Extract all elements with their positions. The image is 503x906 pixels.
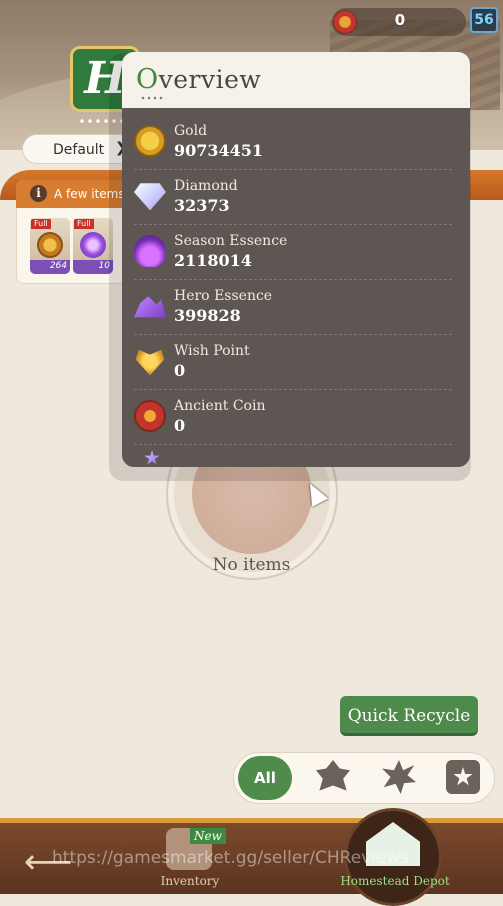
resource-value: 32373 xyxy=(174,196,230,215)
resource-row-partial xyxy=(130,446,452,466)
filter-all-button[interactable]: All xyxy=(238,756,292,800)
resource-name: Wish Point xyxy=(174,343,250,359)
overview-title-rest: verview xyxy=(158,65,262,94)
ancient-coin-icon xyxy=(134,400,166,432)
resource-value: 0 xyxy=(174,416,186,435)
ancient-coin-icon xyxy=(333,10,357,34)
gold-icon xyxy=(134,125,166,157)
resource-value: 90734451 xyxy=(174,141,264,160)
season-essence-icon xyxy=(134,235,166,267)
resource-name: Hero Essence xyxy=(174,288,273,304)
gold-coin-icon xyxy=(37,232,63,258)
new-badge: New xyxy=(190,828,226,844)
resource-name: Diamond xyxy=(174,178,238,194)
info-icon[interactable]: i xyxy=(30,185,47,202)
ancient-coin-count: 0 xyxy=(394,11,406,29)
resource-row-ancient-coin: Ancient Coin 0 xyxy=(130,390,452,445)
resource-value: 0 xyxy=(174,361,186,380)
sort-dropdown-value: Default xyxy=(53,142,105,158)
resource-row-season-essence: Season Essence 2118014 xyxy=(130,225,452,280)
resource-name: Ancient Coin xyxy=(174,398,266,414)
starlight-icon xyxy=(144,450,160,465)
diamond-icon xyxy=(134,183,166,211)
item-count: 264 xyxy=(49,261,67,271)
resource-row-hero-essence: Hero Essence 399828 xyxy=(130,280,452,335)
purple-essence-icon xyxy=(80,232,106,258)
overview-title-initial: O xyxy=(136,64,159,95)
watermark-text: https://gamesmarket.gg/seller/CHReviews xyxy=(52,848,410,868)
wish-point-icon xyxy=(135,349,165,376)
full-badge: Full xyxy=(31,219,51,229)
full-badge: Full xyxy=(74,219,94,229)
notice-item-essence[interactable]: Full 10 xyxy=(73,218,113,274)
resource-value: 399828 xyxy=(174,306,241,325)
overview-title: Overview xyxy=(136,64,261,95)
resource-value: 2118014 xyxy=(174,251,252,270)
nav-inventory-label[interactable]: Inventory xyxy=(150,874,230,888)
level-badge[interactable]: 56 xyxy=(470,7,498,33)
quick-recycle-button[interactable]: Quick Recycle xyxy=(340,696,478,736)
resource-row-gold: Gold 90734451 xyxy=(130,115,452,170)
resource-row-diamond: Diamond 32373 xyxy=(130,170,452,225)
star-frame-filter-icon[interactable] xyxy=(446,760,480,794)
row-divider xyxy=(134,444,452,445)
resource-name: Gold xyxy=(174,123,208,139)
empty-state-text: No items xyxy=(212,555,291,575)
resource-name: Season Essence xyxy=(174,233,288,249)
notice-item-gold[interactable]: Full 264 xyxy=(30,218,70,274)
title-dots xyxy=(140,96,166,100)
hero-essence-icon xyxy=(134,296,166,318)
resource-row-wish-point: Wish Point 0 xyxy=(130,335,452,390)
nav-homestead-depot-label[interactable]: Homestead Depot xyxy=(330,874,460,888)
